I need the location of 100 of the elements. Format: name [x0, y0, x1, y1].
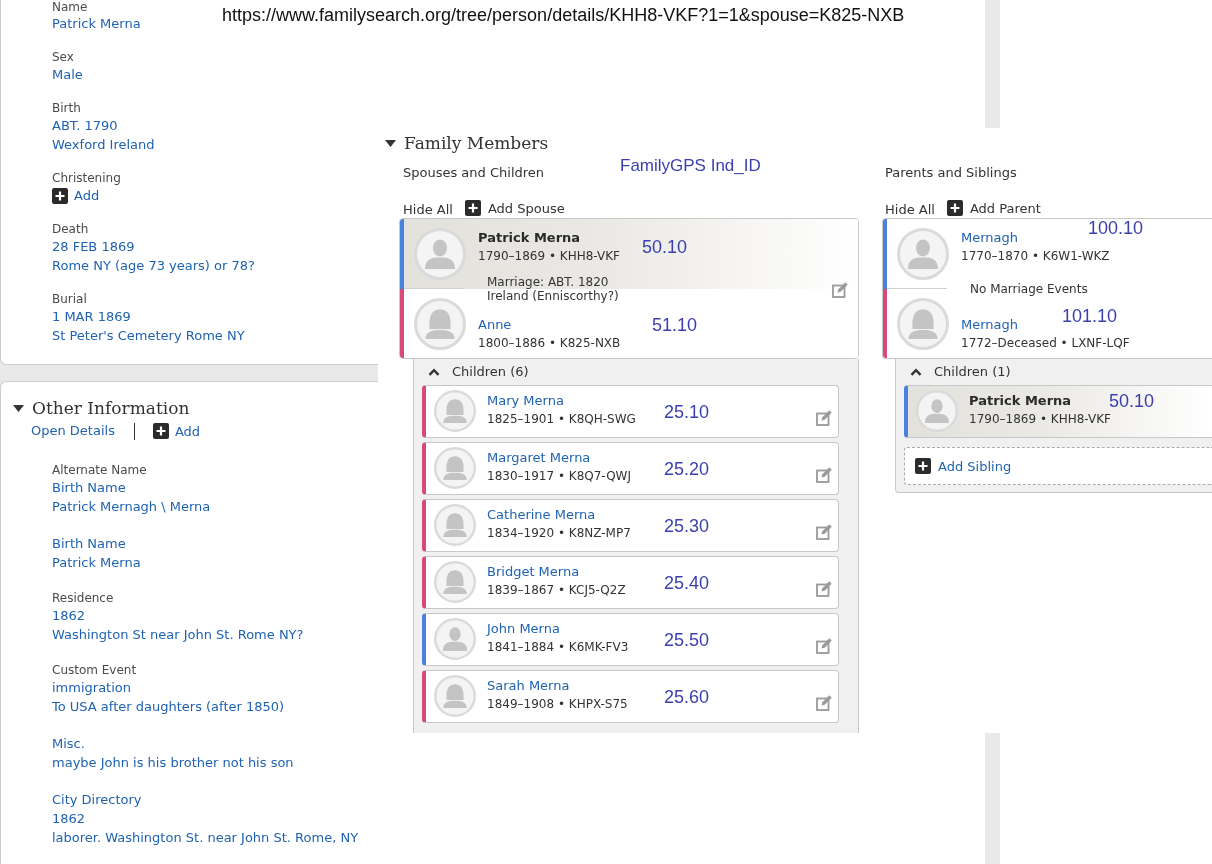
- person-card[interactable]: Sarah Merna 1849–1908 • KHPX-S75 25.60: [422, 670, 839, 723]
- ind-id-annotation: 101.10: [1062, 308, 1118, 324]
- fact-value[interactable]: Patrick Merna: [52, 553, 141, 572]
- fact-value[interactable]: City Directory: [52, 790, 142, 809]
- plus-icon: [52, 187, 68, 204]
- ind-id-annotation: 50.10: [642, 239, 688, 255]
- person-name[interactable]: Mary Merna: [487, 392, 564, 410]
- person-card[interactable]: Margaret Merna 1830–1917 • K8Q7-QWJ 25.20: [422, 442, 839, 495]
- children-toggle[interactable]: Children (1): [904, 363, 1011, 381]
- edit-icon[interactable]: [816, 467, 832, 483]
- column-heading: Spouses and Children: [402, 164, 545, 182]
- ind-id-annotation: 50.10: [1109, 393, 1155, 409]
- fact-value[interactable]: Patrick Merna: [52, 14, 141, 33]
- ind-id-annotation: 25.50: [664, 632, 710, 648]
- person-silhouette-icon: [414, 228, 466, 280]
- person-silhouette-icon: [897, 298, 949, 350]
- edit-icon[interactable]: [816, 581, 832, 597]
- section-toggle[interactable]: Other Information: [1, 396, 190, 420]
- person-name[interactable]: Catherine Merna: [487, 506, 596, 524]
- add-button[interactable]: Add: [152, 421, 201, 441]
- fact-value[interactable]: Misc.: [52, 734, 85, 753]
- url-annotation: https://www.familysearch.org/tree/person/details/KHH8-VKF?1=1&spouse=K825-NXB: [222, 4, 905, 26]
- person-name[interactable]: Mernagh: [961, 229, 1019, 247]
- person-card[interactable]: Catherine Merna 1834–1920 • K8NZ-MP7 25.30: [422, 499, 839, 552]
- fact-value[interactable]: Birth Name: [52, 534, 126, 553]
- person-dates: 1834–1920 • K8NZ-MP7: [487, 525, 631, 542]
- fact-value[interactable]: Rome NY (age 73 years) or 78?: [52, 256, 255, 275]
- fact-value[interactable]: 1862: [52, 809, 86, 828]
- fact-value[interactable]: Male: [52, 65, 83, 84]
- fact-label: Burial: [52, 291, 87, 307]
- person-dates: 1839–1867 • KCJ5-Q2Z: [487, 582, 626, 599]
- person-name[interactable]: Margaret Merna: [487, 449, 591, 467]
- ind-id-annotation: 25.20: [664, 461, 710, 477]
- edit-icon[interactable]: [832, 282, 848, 298]
- fact-value[interactable]: laborer. Washington St. near John St. Rome, NY: [52, 828, 359, 847]
- add-button[interactable]: Add: [52, 186, 100, 205]
- fact-label: Alternate Name: [52, 462, 147, 478]
- person-card[interactable]: Patrick Merna 1790–1869 • KHH8-VKF 50.10: [904, 385, 1212, 438]
- person-dates: 1770–1870 • K6W1-WKZ: [961, 248, 1110, 265]
- person-dates: 1772–Deceased • LXNF-LQF: [961, 335, 1130, 352]
- marriage-text: Ireland (Enniscorthy?): [487, 289, 619, 303]
- fact-value[interactable]: maybe John is his brother not his son: [52, 753, 294, 772]
- person-card[interactable]: John Merna 1841–1884 • K6MK-FV3 25.50: [422, 613, 839, 666]
- person-name[interactable]: Anne: [478, 316, 512, 334]
- fact-value[interactable]: immigration: [52, 678, 131, 697]
- children-toggle[interactable]: Children (6): [422, 363, 529, 381]
- hide-all-button[interactable]: Hide All: [885, 197, 935, 219]
- person-silhouette-icon: [434, 504, 476, 546]
- fact-value[interactable]: St Peter's Cemetery Rome NY: [52, 326, 245, 345]
- person-silhouette-icon: [916, 390, 958, 432]
- person-dates: 1790–1869 • KHH8-VKF: [478, 248, 620, 265]
- person-dates: 1830–1917 • K8Q7-QWJ: [487, 468, 631, 485]
- fact-value[interactable]: To USA after daughters (after 1850): [52, 697, 285, 716]
- fact-value[interactable]: 1862: [52, 606, 86, 625]
- person-silhouette-icon: [434, 390, 476, 432]
- ind-id-annotation: 25.60: [664, 689, 710, 705]
- plus-icon: [464, 200, 481, 216]
- person-name[interactable]: Sarah Merna: [487, 677, 570, 695]
- fact-value[interactable]: Washington St near John St. Rome NY?: [52, 625, 304, 644]
- hide-all-button[interactable]: Hide All: [403, 197, 453, 219]
- open-details-link[interactable]: Open Details: [31, 421, 115, 441]
- fact-value[interactable]: Birth Name: [52, 478, 126, 497]
- person-card[interactable]: Mary Merna 1825–1901 • K8QH-SWG 25.10: [422, 385, 839, 438]
- person-silhouette-icon: [414, 298, 466, 350]
- fact-value[interactable]: Patrick Mernagh \ Merna: [52, 497, 211, 516]
- edit-icon[interactable]: [816, 695, 832, 711]
- fact-label: Birth: [52, 100, 81, 116]
- section-toggle[interactable]: Family Members: [378, 128, 549, 155]
- edit-icon[interactable]: [816, 638, 832, 654]
- person-name[interactable]: Bridget Merna: [487, 563, 580, 581]
- person-name[interactable]: John Merna: [487, 620, 560, 638]
- person-dates: 1790–1869 • KHH8-VKF: [969, 411, 1111, 428]
- person-name[interactable]: Patrick Merna: [969, 392, 1072, 410]
- fact-value[interactable]: 28 FEB 1869: [52, 237, 135, 256]
- person-dates: 1849–1908 • KHPX-S75: [487, 696, 628, 713]
- fact-label: Death: [52, 221, 89, 237]
- plus-icon: [915, 458, 931, 474]
- person-silhouette-icon: [434, 618, 476, 660]
- person-silhouette-icon: [434, 447, 476, 489]
- ind-id-annotation: 100.10: [1088, 220, 1144, 236]
- fact-value[interactable]: ABT. 1790: [52, 116, 118, 135]
- add-button[interactable]: Add Spouse: [464, 198, 565, 218]
- person-name[interactable]: Patrick Merna: [478, 229, 581, 247]
- person-silhouette-icon: [434, 561, 476, 603]
- fact-label: Sex: [52, 49, 74, 65]
- ind-id-annotation: 25.40: [664, 575, 710, 591]
- person-name[interactable]: Mernagh: [961, 316, 1019, 334]
- ind-id-annotation: 25.10: [664, 404, 710, 420]
- fact-label: Residence: [52, 590, 114, 606]
- fact-value[interactable]: Wexford Ireland: [52, 135, 155, 154]
- add-sibling-button[interactable]: Add Sibling: [904, 447, 1212, 485]
- edit-icon[interactable]: [816, 410, 832, 426]
- fact-label: Name: [52, 0, 88, 14]
- edit-icon[interactable]: [816, 524, 832, 540]
- person-dates: 1841–1884 • K6MK-FV3: [487, 639, 629, 656]
- fact-value[interactable]: 1 MAR 1869: [52, 307, 131, 326]
- person-card[interactable]: Bridget Merna 1839–1867 • KCJ5-Q2Z 25.40: [422, 556, 839, 609]
- ind-id-annotation: 51.10: [652, 317, 698, 333]
- add-button[interactable]: Add Parent: [946, 198, 1041, 218]
- plus-icon: [152, 423, 169, 439]
